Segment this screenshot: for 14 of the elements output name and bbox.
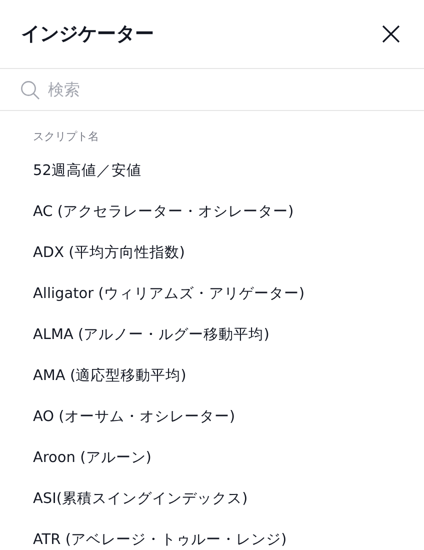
indicator-item[interactable]: ADX (平均方向性指数) [0,232,424,273]
indicator-item[interactable]: AO (オーサム・オシレーター) [0,396,424,437]
indicator-item[interactable]: 52週高値／安値 [0,150,424,191]
indicator-item[interactable]: AC (アクセラレーター・オシレーター) [0,191,424,232]
search-icon [20,80,40,100]
indicator-item[interactable]: ASI(累積スイングインデックス) [0,478,424,519]
section-heading: スクリプト名 [32,129,100,145]
indicator-item[interactable]: ALMA (アルノー・ルグー移動平均) [0,314,424,355]
indicator-item[interactable]: AMA (適応型移動平均) [0,355,424,396]
indicator-item[interactable]: Aroon (アルーン) [0,437,424,478]
indicator-item[interactable]: ATR (アベレージ・トゥルー・レンジ) [0,519,424,550]
panel-title: インジケーター [21,22,154,47]
indicator-item[interactable]: Alligator (ウィリアムズ・アリゲーター) [0,273,424,314]
close-button[interactable] [380,23,402,45]
